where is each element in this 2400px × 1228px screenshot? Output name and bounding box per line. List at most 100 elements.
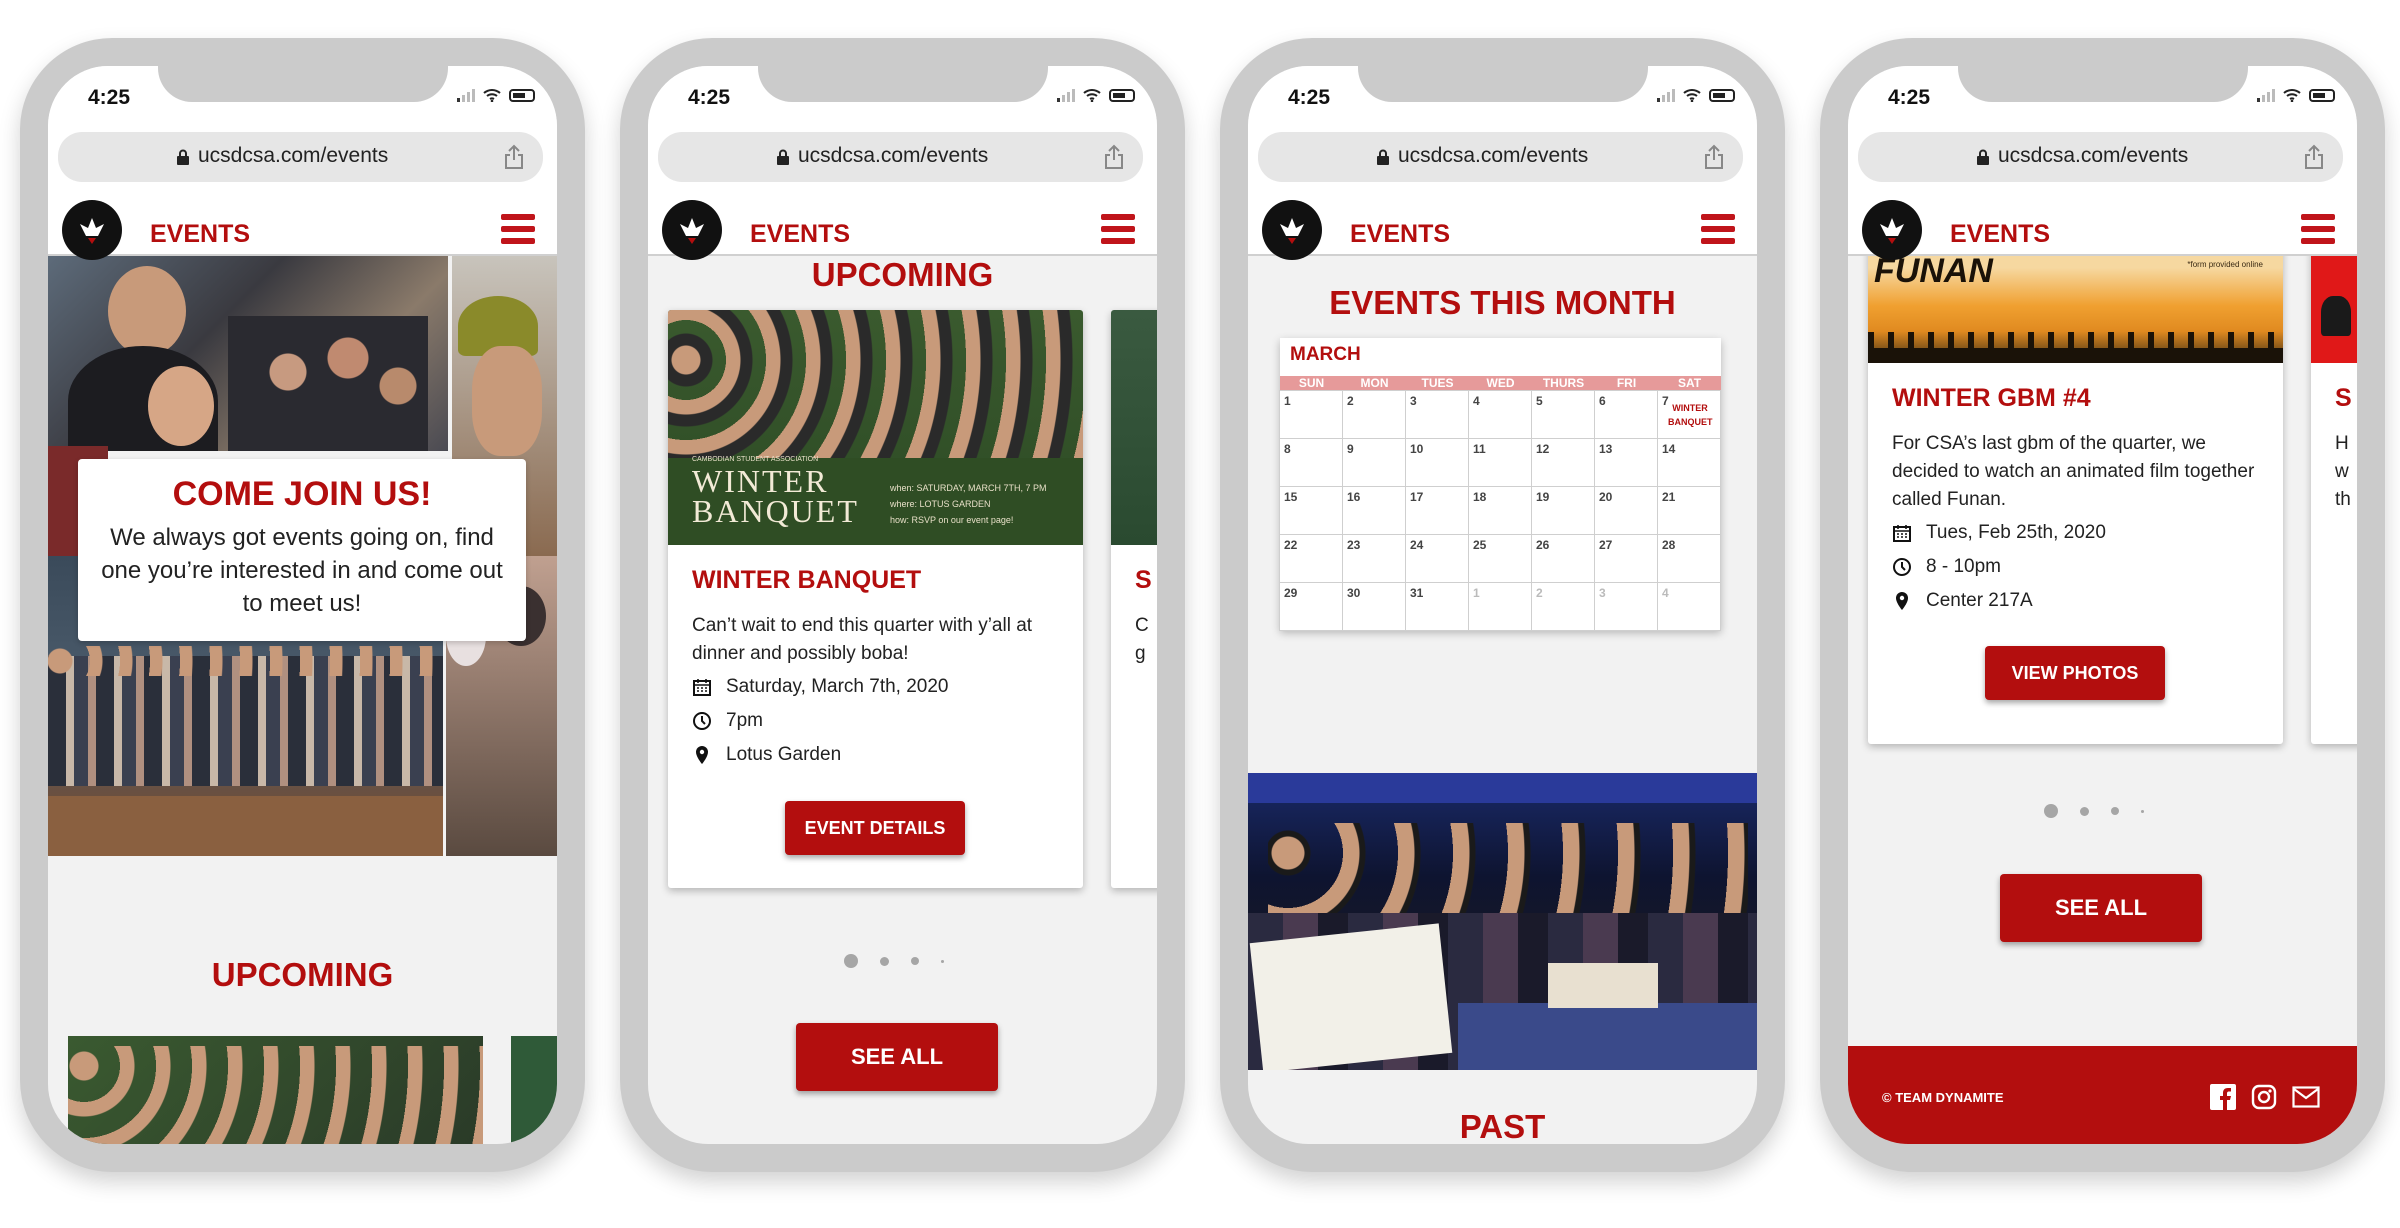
carousel-dot[interactable] xyxy=(2141,809,2144,813)
csa-logo[interactable] xyxy=(1862,200,1922,260)
event-card-winter-gbm[interactable]: FUNAN *form provided online WINTER GBM #… xyxy=(1868,256,2283,744)
carousel-dot[interactable] xyxy=(2111,807,2119,815)
calendar-day-cell[interactable]: 10 xyxy=(1405,438,1469,487)
clock-icon xyxy=(693,712,711,730)
calendar-day-cell[interactable]: 1 xyxy=(1468,582,1532,631)
event-poster-winter-banquet: CAMBODIAN STUDENT ASSOCIATION WINTER BANQ… xyxy=(668,310,1083,545)
instagram-icon[interactable] xyxy=(2251,1084,2277,1110)
url-text: ucsdcsa.com/events xyxy=(198,144,389,167)
email-icon[interactable] xyxy=(2292,1086,2320,1108)
calendar-day-cell[interactable]: 2 xyxy=(1342,390,1406,439)
calendar-day-cell[interactable]: 2 xyxy=(1531,582,1595,631)
calendar-day-cell[interactable]: 17 xyxy=(1405,486,1469,535)
carousel-dot[interactable] xyxy=(880,956,889,966)
facebook-icon[interactable] xyxy=(2210,1084,2236,1110)
share-icon[interactable] xyxy=(2303,144,2325,170)
calendar-day-cell[interactable]: 26 xyxy=(1531,534,1595,583)
hamburger-menu-icon[interactable] xyxy=(501,214,535,244)
calendar-day-cell[interactable]: 4 xyxy=(1657,582,1721,631)
calendar-day-cell[interactable]: 30 xyxy=(1342,582,1406,631)
calendar-day-cell[interactable]: 13 xyxy=(1594,438,1658,487)
address-bar[interactable]: ucsdcsa.com/events xyxy=(658,132,1143,182)
calendar-day-cell[interactable]: 16 xyxy=(1342,486,1406,535)
calendar-day-cell[interactable]: 7 WINTER BANQUET xyxy=(1657,390,1721,439)
calendar-day-number: 25 xyxy=(1473,538,1487,552)
event-details-button[interactable]: EVENT DETAILS xyxy=(785,801,965,855)
carousel-dots[interactable] xyxy=(2044,804,2144,818)
calendar-day-cell[interactable]: 8 xyxy=(1279,438,1343,487)
event-title: WINTER GBM #4 xyxy=(1892,384,2091,412)
status-time: 4:25 xyxy=(688,86,731,109)
calendar-day-cell[interactable]: 24 xyxy=(1405,534,1469,583)
calendar-day-cell[interactable]: 6 xyxy=(1594,390,1658,439)
calendar-day-header: WED xyxy=(1469,376,1532,391)
calendar-day-number: 23 xyxy=(1347,538,1361,552)
view-photos-button[interactable]: VIEW PHOTOS xyxy=(1985,646,2165,700)
carousel-dots[interactable] xyxy=(844,954,944,968)
calendar-event-label[interactable]: WINTER BANQUET xyxy=(1668,401,1713,429)
calendar-day-cell[interactable]: 27 xyxy=(1594,534,1658,583)
calendar-day-cell[interactable]: 14 xyxy=(1657,438,1721,487)
calendar-day-cell[interactable]: 18 xyxy=(1468,486,1532,535)
carousel-dot-active[interactable] xyxy=(844,954,858,968)
calendar-day-cell[interactable]: 4 xyxy=(1468,390,1532,439)
calendar-day-cell[interactable]: 29 xyxy=(1279,582,1343,631)
calendar-day-cell[interactable]: 5 xyxy=(1531,390,1595,439)
calendar-day-cell[interactable]: 15 xyxy=(1279,486,1343,535)
calendar-day-cell[interactable]: 1 xyxy=(1279,390,1343,439)
calendar-day-cell[interactable]: 28 xyxy=(1657,534,1721,583)
calendar-day-number: 12 xyxy=(1536,442,1550,456)
calendar-day-cell[interactable]: 31 xyxy=(1405,582,1469,631)
address-bar[interactable]: ucsdcsa.com/events xyxy=(1858,132,2343,182)
phone-frame-2: 4:25 ucsdcsa.com/events EVENTS UPCOMING xyxy=(620,38,1185,1172)
calendar-day-cell[interactable]: 22 xyxy=(1279,534,1343,583)
event-card-peek[interactable]: S Hw th xyxy=(2311,256,2357,744)
calendar-day-cell[interactable]: 3 xyxy=(1594,582,1658,631)
calendar-day-header: FRI xyxy=(1595,376,1658,391)
carousel-dot[interactable] xyxy=(911,957,919,965)
calendar-day-cell[interactable]: 9 xyxy=(1342,438,1406,487)
calendar-day-cell[interactable]: 12 xyxy=(1531,438,1595,487)
carousel-dot[interactable] xyxy=(2080,806,2089,816)
share-icon[interactable] xyxy=(1703,144,1725,170)
carousel-dot-active[interactable] xyxy=(2044,804,2058,818)
calendar-day-cell[interactable]: 11 xyxy=(1468,438,1532,487)
page-title: EVENTS xyxy=(750,220,851,248)
poster-caption: CAMBODIAN STUDENT ASSOCIATION xyxy=(692,456,819,463)
event-card-winter-banquet[interactable]: CAMBODIAN STUDENT ASSOCIATION WINTER BANQ… xyxy=(668,310,1083,888)
calendar-day-cell[interactable]: 21 xyxy=(1657,486,1721,535)
csa-logo[interactable] xyxy=(662,200,722,260)
event-date-row: Tues, Feb 25th, 2020 xyxy=(1892,522,2106,544)
event-card-peek[interactable]: S Cg xyxy=(1111,310,1157,888)
share-icon[interactable] xyxy=(503,144,525,170)
notch xyxy=(158,66,448,102)
hamburger-menu-icon[interactable] xyxy=(1101,214,1135,244)
calendar-day-cell[interactable]: 3 xyxy=(1405,390,1469,439)
event-location: Lotus Garden xyxy=(726,744,842,765)
see-all-button[interactable]: SEE ALL xyxy=(796,1023,998,1091)
address-bar[interactable]: ucsdcsa.com/events xyxy=(1258,132,1743,182)
share-icon[interactable] xyxy=(1103,144,1125,170)
location-pin-icon xyxy=(1896,592,1908,610)
calendar-day-cell[interactable]: 23 xyxy=(1342,534,1406,583)
carousel-dot[interactable] xyxy=(941,959,944,963)
lock-icon xyxy=(177,149,189,165)
site-header: EVENTS xyxy=(1248,198,1757,260)
see-all-button[interactable]: SEE ALL xyxy=(2000,874,2202,942)
calendar-day-number: 4 xyxy=(1662,586,1669,600)
event-location-row: Center 217A xyxy=(1892,590,2033,612)
csa-logo[interactable] xyxy=(1262,200,1322,260)
past-heading: PAST xyxy=(1459,1108,1546,1144)
calendar-day-number: 26 xyxy=(1536,538,1550,552)
csa-logo[interactable] xyxy=(62,200,122,260)
peek-title: S xyxy=(2335,384,2352,412)
hamburger-menu-icon[interactable] xyxy=(1701,214,1735,244)
clock-icon xyxy=(1893,558,1911,576)
event-time-row: 7pm xyxy=(692,710,763,732)
calendar-day-cell[interactable]: 20 xyxy=(1594,486,1658,535)
address-bar[interactable]: ucsdcsa.com/events xyxy=(58,132,543,182)
calendar-day-number: 24 xyxy=(1410,538,1424,552)
calendar-day-cell[interactable]: 25 xyxy=(1468,534,1532,583)
calendar-day-cell[interactable]: 19 xyxy=(1531,486,1595,535)
hamburger-menu-icon[interactable] xyxy=(2301,214,2335,244)
